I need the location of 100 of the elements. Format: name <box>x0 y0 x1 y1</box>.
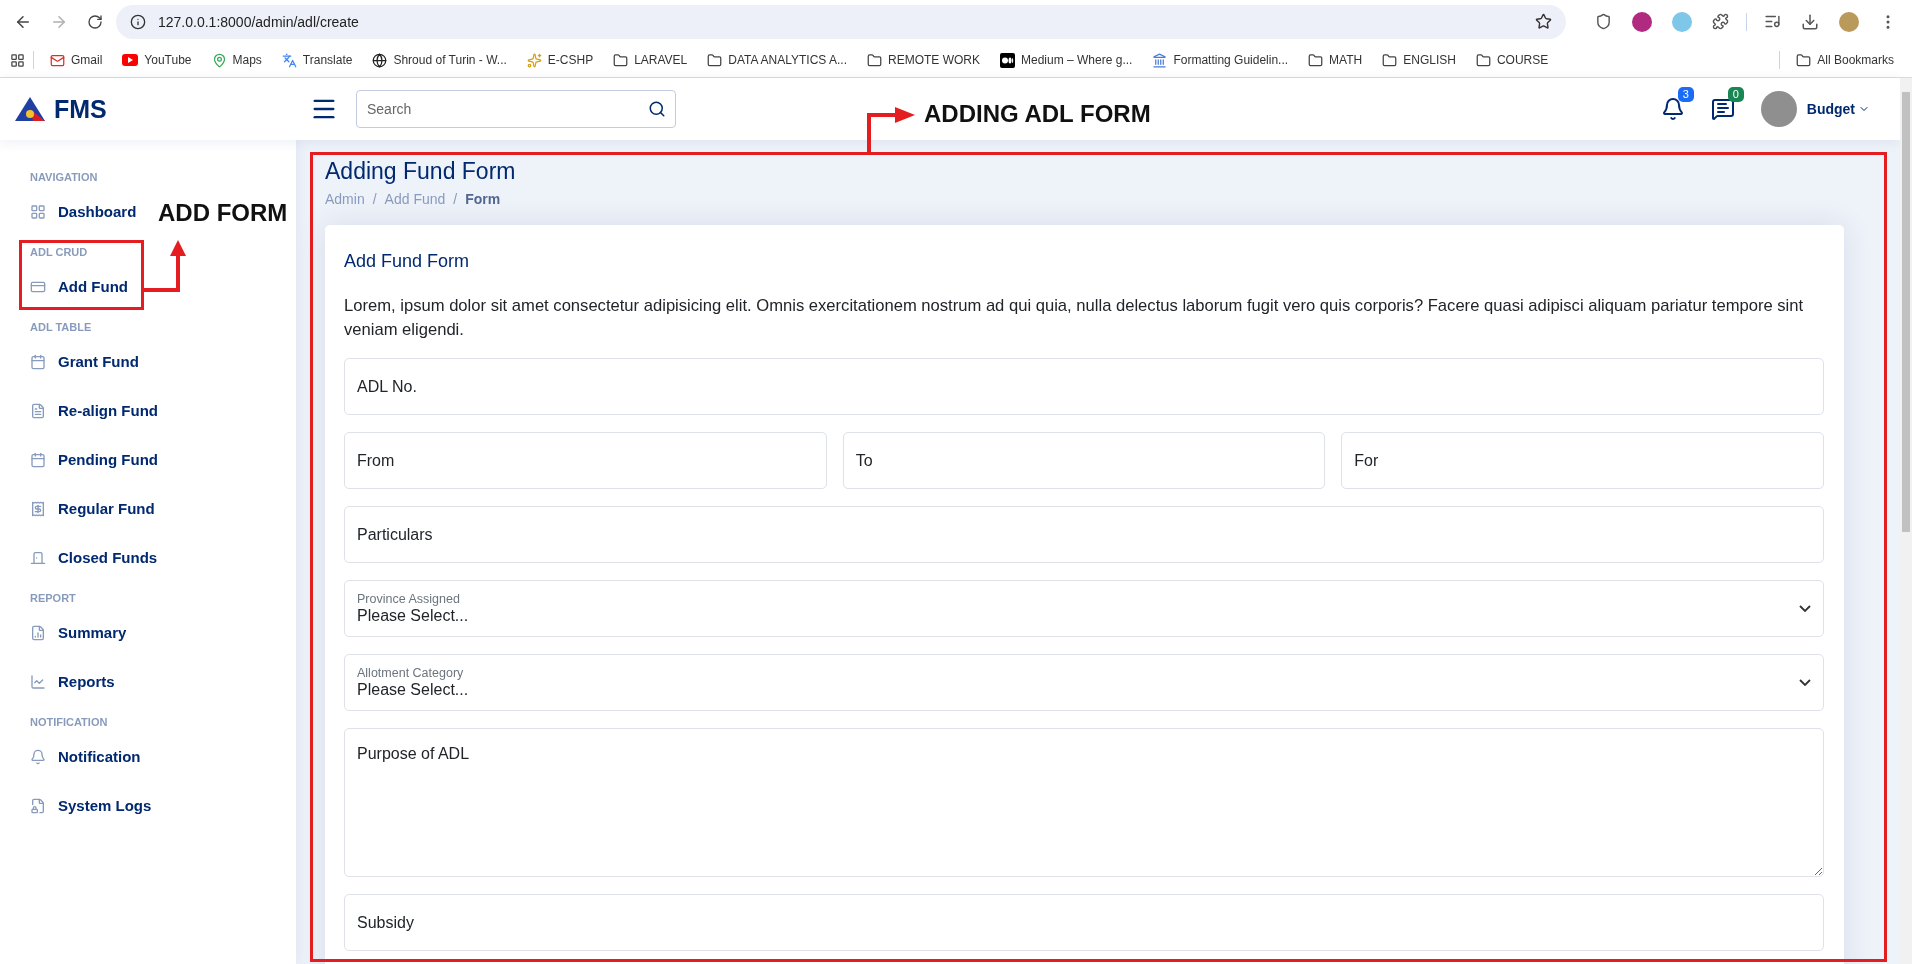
calendar-icon <box>30 451 46 468</box>
scrollbar[interactable] <box>1900 78 1912 964</box>
puzzle-icon[interactable] <box>1712 13 1729 30</box>
bookmark-link[interactable]: COURSE <box>1467 49 1557 71</box>
extension-icon[interactable] <box>1632 11 1652 32</box>
sidebar-item[interactable]: Add Fund <box>30 262 128 311</box>
calendar-icon <box>30 353 46 370</box>
grid-icon <box>30 203 46 220</box>
document-icon <box>30 402 46 419</box>
profile-avatar[interactable] <box>1839 11 1859 32</box>
scrollbar-thumb[interactable] <box>1902 92 1910 532</box>
breadcrumb-current: Form <box>465 191 501 207</box>
line-chart-icon <box>30 673 46 690</box>
landmark-icon <box>1152 52 1168 68</box>
bookmark-link[interactable]: DATA ANALYTICS A... <box>699 49 855 71</box>
media-icon[interactable] <box>1764 13 1781 30</box>
bookmark-link[interactable]: YouTube <box>114 50 200 70</box>
annotation-label: ADD FORM <box>158 199 288 227</box>
description-text: Lorem, ipsum dolor sit amet consectetur adipisicing elit. Omnis exercitationem nostrum ad qui quia, nulla delectus laborum fugit vero quis corporis? Facere quasi adipisci aliquam pariatur tempore sint veniam eligendi. <box>344 295 1805 341</box>
sidebar-item[interactable]: Regular Fund <box>30 484 155 533</box>
lock-file-icon <box>30 797 46 814</box>
bookmark-link[interactable]: MATH <box>1300 49 1371 71</box>
arrow-annotation <box>865 107 915 153</box>
input-field[interactable]: ADL No. <box>344 358 1824 415</box>
folder-icon <box>1308 52 1324 68</box>
input-field[interactable]: Subsidy <box>344 894 1824 951</box>
breadcrumb-separator: / <box>453 191 458 207</box>
envelope-icon <box>50 52 65 68</box>
sidebar-item[interactable]: Reports <box>30 657 115 706</box>
folder-icon <box>613 52 629 68</box>
shield-icon[interactable] <box>1595 13 1612 30</box>
play-icon <box>122 54 139 66</box>
dots-icon <box>1000 52 1015 68</box>
globe-icon <box>372 52 388 68</box>
reload-icon <box>87 13 103 30</box>
bookmark-link[interactable]: Medium – Where g... <box>992 49 1141 71</box>
folder-icon <box>1475 52 1491 68</box>
sparkle-icon <box>526 52 542 68</box>
bell-icon <box>30 748 46 765</box>
bookmark-link[interactable]: E-CSHP <box>518 49 602 71</box>
select-field[interactable]: Allotment Category Please Select... <box>344 654 1824 711</box>
door-icon <box>30 549 46 566</box>
section-title: ADL CRUD <box>30 245 88 260</box>
url-text: 127.0.0.1:8000/admin/adl/create <box>158 13 360 30</box>
card-title: Add Fund Form <box>344 251 471 272</box>
download-icon[interactable] <box>1801 12 1819 31</box>
textarea-field[interactable]: Purpose of ADL <box>344 728 1824 877</box>
sidebar-item[interactable]: Grant Fund <box>30 337 139 386</box>
input-field[interactable]: Particulars <box>344 506 1824 563</box>
bookmark-link[interactable]: REMOTE WORK <box>859 49 988 71</box>
bookmark-link[interactable]: ENGLISH <box>1374 49 1464 71</box>
sidebar-item[interactable]: Notification <box>30 732 141 781</box>
info-icon <box>130 13 146 30</box>
section-title: NAVIGATION <box>30 170 98 185</box>
sidebar-item[interactable]: System Logs <box>30 781 152 830</box>
folder-icon <box>707 52 723 68</box>
section-title: ADL TABLE <box>30 320 92 335</box>
search-field[interactable]: Search <box>356 90 676 128</box>
receipt-icon <box>30 500 46 517</box>
folder-icon <box>1796 52 1812 68</box>
chat-icon[interactable] <box>1710 97 1735 121</box>
input-field[interactable]: To <box>842 432 1326 489</box>
folder-icon <box>1382 52 1398 68</box>
logo-icon <box>14 96 46 122</box>
chevron-down-icon <box>1799 679 1811 686</box>
map-pin-icon <box>211 52 227 68</box>
message-count: 0 <box>1727 87 1744 102</box>
annotation-label: ADDING ADL FORM <box>924 100 1151 128</box>
translate-icon <box>281 52 297 68</box>
page-title: Adding Fund Form <box>325 158 517 185</box>
user-avatar[interactable] <box>1760 91 1797 127</box>
sidebar-item[interactable]: Closed Funds <box>30 533 158 582</box>
bookmark-link[interactable]: LARAVEL <box>605 49 696 71</box>
bookmark-link[interactable]: All Bookmarks <box>1788 49 1902 71</box>
input-field[interactable]: From <box>344 432 827 489</box>
chevron-down-icon <box>1799 605 1811 612</box>
sidebar-item[interactable]: Summary <box>30 608 127 657</box>
logo-text: FMS <box>54 94 107 124</box>
section-title: REPORT <box>30 591 76 606</box>
breadcrumb-separator: / <box>372 191 377 207</box>
section-title: NOTIFICATION <box>30 715 108 730</box>
bookmark-link[interactable]: Gmail <box>42 49 111 71</box>
folder-icon <box>867 52 882 68</box>
bar-chart-icon <box>30 624 46 641</box>
bookmark-link[interactable]: Maps <box>203 49 270 71</box>
bookmark-link[interactable]: Shroud of Turin - W... <box>364 49 515 71</box>
search-icon[interactable] <box>648 100 666 118</box>
star-icon[interactable] <box>1535 13 1552 30</box>
bookmark-link[interactable]: Formatting Guidelin... <box>1144 49 1297 71</box>
sidebar-item[interactable]: Re-align Fund <box>30 386 158 435</box>
apps-icon[interactable] <box>10 52 25 68</box>
bookmark-link[interactable]: Translate <box>273 49 361 71</box>
select-field[interactable]: Province Assigned Please Select... <box>344 580 1824 637</box>
bell-icon[interactable] <box>1660 97 1685 121</box>
input-field[interactable]: For <box>1341 432 1824 489</box>
notification-count: 3 <box>1677 87 1694 102</box>
address-bar[interactable]: 127.0.0.1:8000/admin/adl/create <box>116 4 1566 39</box>
user-menu[interactable]: Budget <box>1806 101 1870 117</box>
sidebar-item[interactable]: Dashboard <box>30 187 137 236</box>
sidebar-item[interactable]: Pending Fund <box>30 435 158 484</box>
